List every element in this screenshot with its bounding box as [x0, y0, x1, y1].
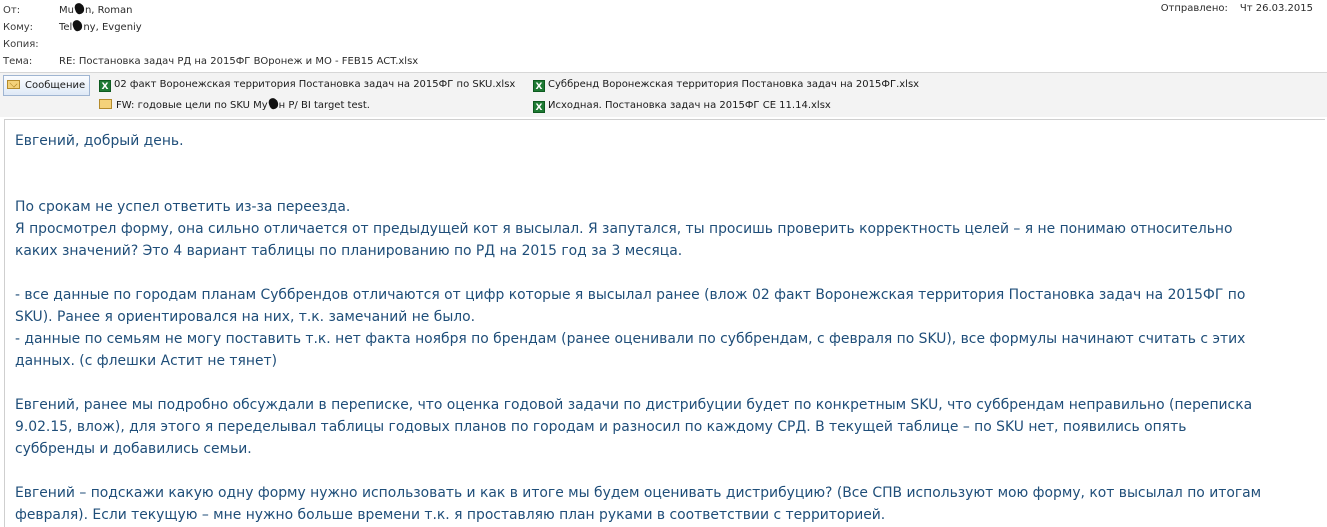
- body-line: Евгений – подскажи какую одну форму нужн…: [15, 485, 1262, 501]
- from-value[interactable]: Mu n, Roman: [59, 1, 133, 19]
- subject-row: Тема: RE: Постановка задач РД на 2015ФГ В…: [3, 54, 418, 70]
- attachment-mail[interactable]: FW: годовые цели по SKU Му н Р/ BI target…: [99, 96, 370, 115]
- to-value[interactable]: Tel ny, Evgeniy: [59, 18, 142, 36]
- message-header: От: Mu n, Roman Кому: Tel ny, Evgeniy Копия:…: [0, 0, 1327, 72]
- from-label: От:: [3, 5, 21, 16]
- attachments-bar: Сообщение X 02 факт Воронежская территори…: [0, 72, 1327, 117]
- excel-icon: X: [99, 80, 111, 92]
- envelope-icon: [7, 80, 20, 89]
- attachment-name: Исходная. Постановка задач на 2015ФГ СЕ …: [548, 100, 831, 111]
- attachment-excel-2[interactable]: X Суббренд Воронежская территория Постано…: [533, 75, 919, 94]
- subject-label: Тема:: [3, 56, 33, 67]
- body-line: - данные по семьям не могу поставить т.к…: [15, 331, 1246, 347]
- body-line: Евгений, добрый день.: [15, 133, 184, 149]
- subject-value: RE: Постановка задач РД на 2015ФГ ВОроне…: [59, 56, 419, 67]
- message-tab[interactable]: Сообщение: [3, 75, 91, 96]
- sent-label: Отправлено:: [1160, 3, 1228, 14]
- body-line: Я просмотрел форму, она сильно отличаетс…: [15, 221, 1233, 237]
- body-line: февраля). Если текущую – мне нужно больш…: [15, 507, 886, 523]
- cc-row: Копия:: [3, 37, 59, 53]
- body-line: - все данные по городам планам Суббрендо…: [15, 287, 1246, 303]
- to-row: Кому: Tel ny, Evgeniy: [3, 18, 142, 36]
- to-value-part2: ny, Evgeniy: [83, 22, 142, 33]
- to-value-part1: Tel: [59, 22, 73, 33]
- sent-info: Отправлено: Чт 26.03.2015: [1161, 3, 1313, 14]
- body-line: По срокам не успел ответить из-за переез…: [15, 199, 351, 215]
- attachment-name-part2: н Р/ BI target test.: [278, 100, 370, 111]
- redaction-mark: [267, 96, 280, 111]
- body-line: данных. (с флешки Астит не тянет): [15, 353, 278, 369]
- excel-icon: X: [533, 101, 545, 113]
- from-value-part1: Mu: [59, 5, 74, 16]
- message-body[interactable]: Евгений, добрый день. По срокам не успел…: [0, 117, 1327, 527]
- attachment-excel-1[interactable]: X 02 факт Воронежская территория Постанов…: [99, 75, 515, 94]
- attachment-name: Суббренд Воронежская территория Постанов…: [548, 79, 920, 90]
- to-label: Кому:: [3, 22, 34, 33]
- body-line: суббренды и добавились семьи.: [15, 441, 252, 457]
- from-row: От: Mu n, Roman: [3, 1, 133, 19]
- attachment-name-part1: FW: годовые цели по SKU Му: [116, 100, 268, 111]
- mail-icon: [99, 99, 112, 109]
- excel-icon: X: [533, 80, 545, 92]
- body-line: SKU). Ранее я ориентировался на них, т.к…: [15, 309, 476, 325]
- body-line: 9.02.15, влож), для этого я переделывал …: [15, 419, 1187, 435]
- attachment-name: 02 факт Воронежская территория Постановк…: [114, 79, 516, 90]
- cc-label: Копия:: [3, 39, 39, 50]
- sent-value: Чт 26.03.2015: [1239, 3, 1313, 14]
- message-tab-label: Сообщение: [25, 80, 86, 91]
- from-value-part2: n, Roman: [84, 5, 133, 16]
- body-line: каких значений? Это 4 вариант таблицы по…: [15, 243, 683, 259]
- body-line: Евгений, ранее мы подробно обсуждали в п…: [15, 397, 1253, 413]
- attachment-excel-3[interactable]: X Исходная. Постановка задач на 2015ФГ СЕ…: [533, 96, 831, 115]
- redaction-mark: [73, 1, 86, 16]
